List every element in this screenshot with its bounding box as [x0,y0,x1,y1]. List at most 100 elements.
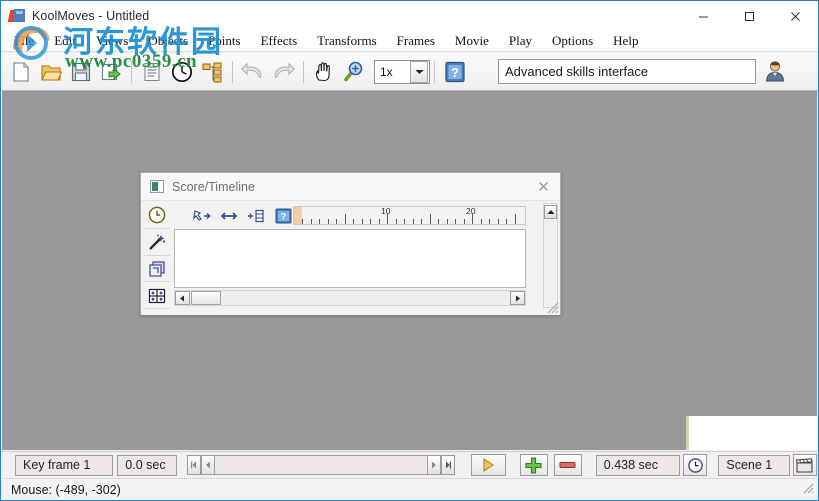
move-node-icon[interactable] [191,206,213,226]
menu-bar: File Edit Views Objects Points Effects T… [1,31,818,52]
save-button[interactable] [67,58,95,86]
timeline-track-area[interactable] [174,229,526,288]
add-frame-icon[interactable] [245,206,267,226]
window-controls [680,1,818,31]
score-close-button[interactable] [526,174,560,200]
arrow-up-icon[interactable] [544,205,557,219]
application-window: KoolMoves - Untitled File Edit Views Obj… [0,0,819,501]
score-timeline-window[interactable]: Score/Timeline ? 10 20 [140,172,561,315]
ruler-tick [404,219,405,224]
add-frame-button[interactable] [520,454,548,476]
minimize-button[interactable] [680,1,726,31]
score-window-title: Score/Timeline [172,179,255,194]
ruler-tick [429,214,431,224]
nav-next-button[interactable] [426,455,441,475]
nav-last-button[interactable] [440,455,455,475]
ruler-tick [361,219,363,224]
help-book-button[interactable]: ? [441,58,469,86]
open-folder-button[interactable] [37,58,65,86]
ruler-tick [353,219,354,224]
score-title-bar[interactable]: Score/Timeline [141,173,560,201]
list-button[interactable] [138,58,166,86]
toolbar-separator [131,60,132,83]
ruler-tick [489,219,490,224]
menu-item-edit[interactable]: Edit [45,32,85,50]
ruler-tick [497,219,499,224]
close-button[interactable] [772,1,818,31]
timeline-ruler[interactable]: 10 20 [293,206,526,225]
ruler-tick [370,219,371,224]
ruler-tick [421,219,422,224]
clock-button[interactable] [168,58,196,86]
hscroll-thumb[interactable] [191,291,221,305]
menu-item-help[interactable]: Help [604,32,647,50]
score-tool-row: ? [191,205,299,227]
remove-frame-button[interactable] [553,454,582,476]
menu-item-play[interactable]: Play [500,32,541,50]
window-resize-grip[interactable] [800,480,814,499]
magic-wand-icon[interactable] [144,230,170,256]
menu-item-file[interactable]: File [5,32,43,50]
ruler-tick [446,219,448,224]
menu-item-movie[interactable]: Movie [446,32,498,50]
layers-icon[interactable] [144,257,170,283]
new-file-button[interactable] [7,58,35,86]
menu-item-points[interactable]: Points [199,32,250,50]
ruler-tick [310,219,312,224]
redo-button[interactable] [269,58,297,86]
menu-item-options[interactable]: Options [543,32,602,50]
score-resize-grip[interactable] [545,300,559,314]
ruler-tick [302,219,303,224]
scene-clapperboard-button[interactable] [792,454,818,476]
chevron-down-icon[interactable] [410,60,428,83]
grid-icon[interactable] [144,283,170,309]
frame-scrub-track[interactable] [214,455,427,475]
menu-item-objects[interactable]: Objects [139,32,197,50]
score-side-toolbar [144,203,170,310]
arrow-right-icon[interactable] [510,291,525,305]
menu-item-transforms[interactable]: Transforms [308,32,385,50]
nav-prev-button[interactable] [200,455,215,475]
playback-control-bar: Key frame 1 0.0 sec 0.438 sec Scene 1 [2,451,818,478]
zoom-level-value: 1x [380,64,393,79]
duration-field[interactable]: 0.438 sec [595,454,681,476]
ruler-label: 10 [381,206,391,216]
koolmoves-icon [7,8,25,24]
time-field[interactable]: 0.0 sec [117,454,177,476]
play-button[interactable] [470,454,506,476]
scene-field[interactable]: Scene 1 [718,454,790,476]
user-avatar-icon[interactable] [761,57,789,85]
arrow-left-icon[interactable] [175,291,190,305]
toolbar-separator [434,60,435,83]
keyframe-field[interactable]: Key frame 1 [15,454,114,476]
menu-item-views[interactable]: Views [87,32,137,50]
ruler-tick [412,219,414,224]
score-body: ? 10 20 [141,201,560,315]
ruler-tick [336,219,337,224]
ruler-start-marker [294,207,302,224]
zoom-magnifier-button[interactable] [340,58,368,86]
timeline-vscrollbar[interactable] [543,203,558,308]
zoom-level-select[interactable]: 1x [374,59,430,84]
stage-preview[interactable] [686,416,817,450]
hand-pan-button[interactable] [310,58,338,86]
undo-button[interactable] [239,58,267,86]
maximize-button[interactable] [726,1,772,31]
search-input[interactable]: Advanced skills interface [498,59,756,84]
duration-clock-button[interactable] [683,454,708,476]
ruler-tick [319,219,320,224]
svg-text:?: ? [451,65,459,80]
timeline-hscrollbar[interactable] [174,290,526,306]
timeline-clock-icon[interactable] [144,203,170,229]
export-button[interactable] [97,58,125,86]
nav-first-button[interactable] [186,455,201,475]
help-icon[interactable]: ? [272,206,294,226]
menu-item-effects[interactable]: Effects [252,32,307,50]
workspace-canvas[interactable]: Score/Timeline ? 10 20 [2,91,817,450]
toolbar-separator [232,60,233,83]
stretch-horizontal-icon[interactable] [218,206,240,226]
hierarchy-button[interactable] [198,58,226,86]
ruler-tick [480,219,482,224]
menu-item-frames[interactable]: Frames [388,32,444,50]
ruler-tick [514,214,516,224]
